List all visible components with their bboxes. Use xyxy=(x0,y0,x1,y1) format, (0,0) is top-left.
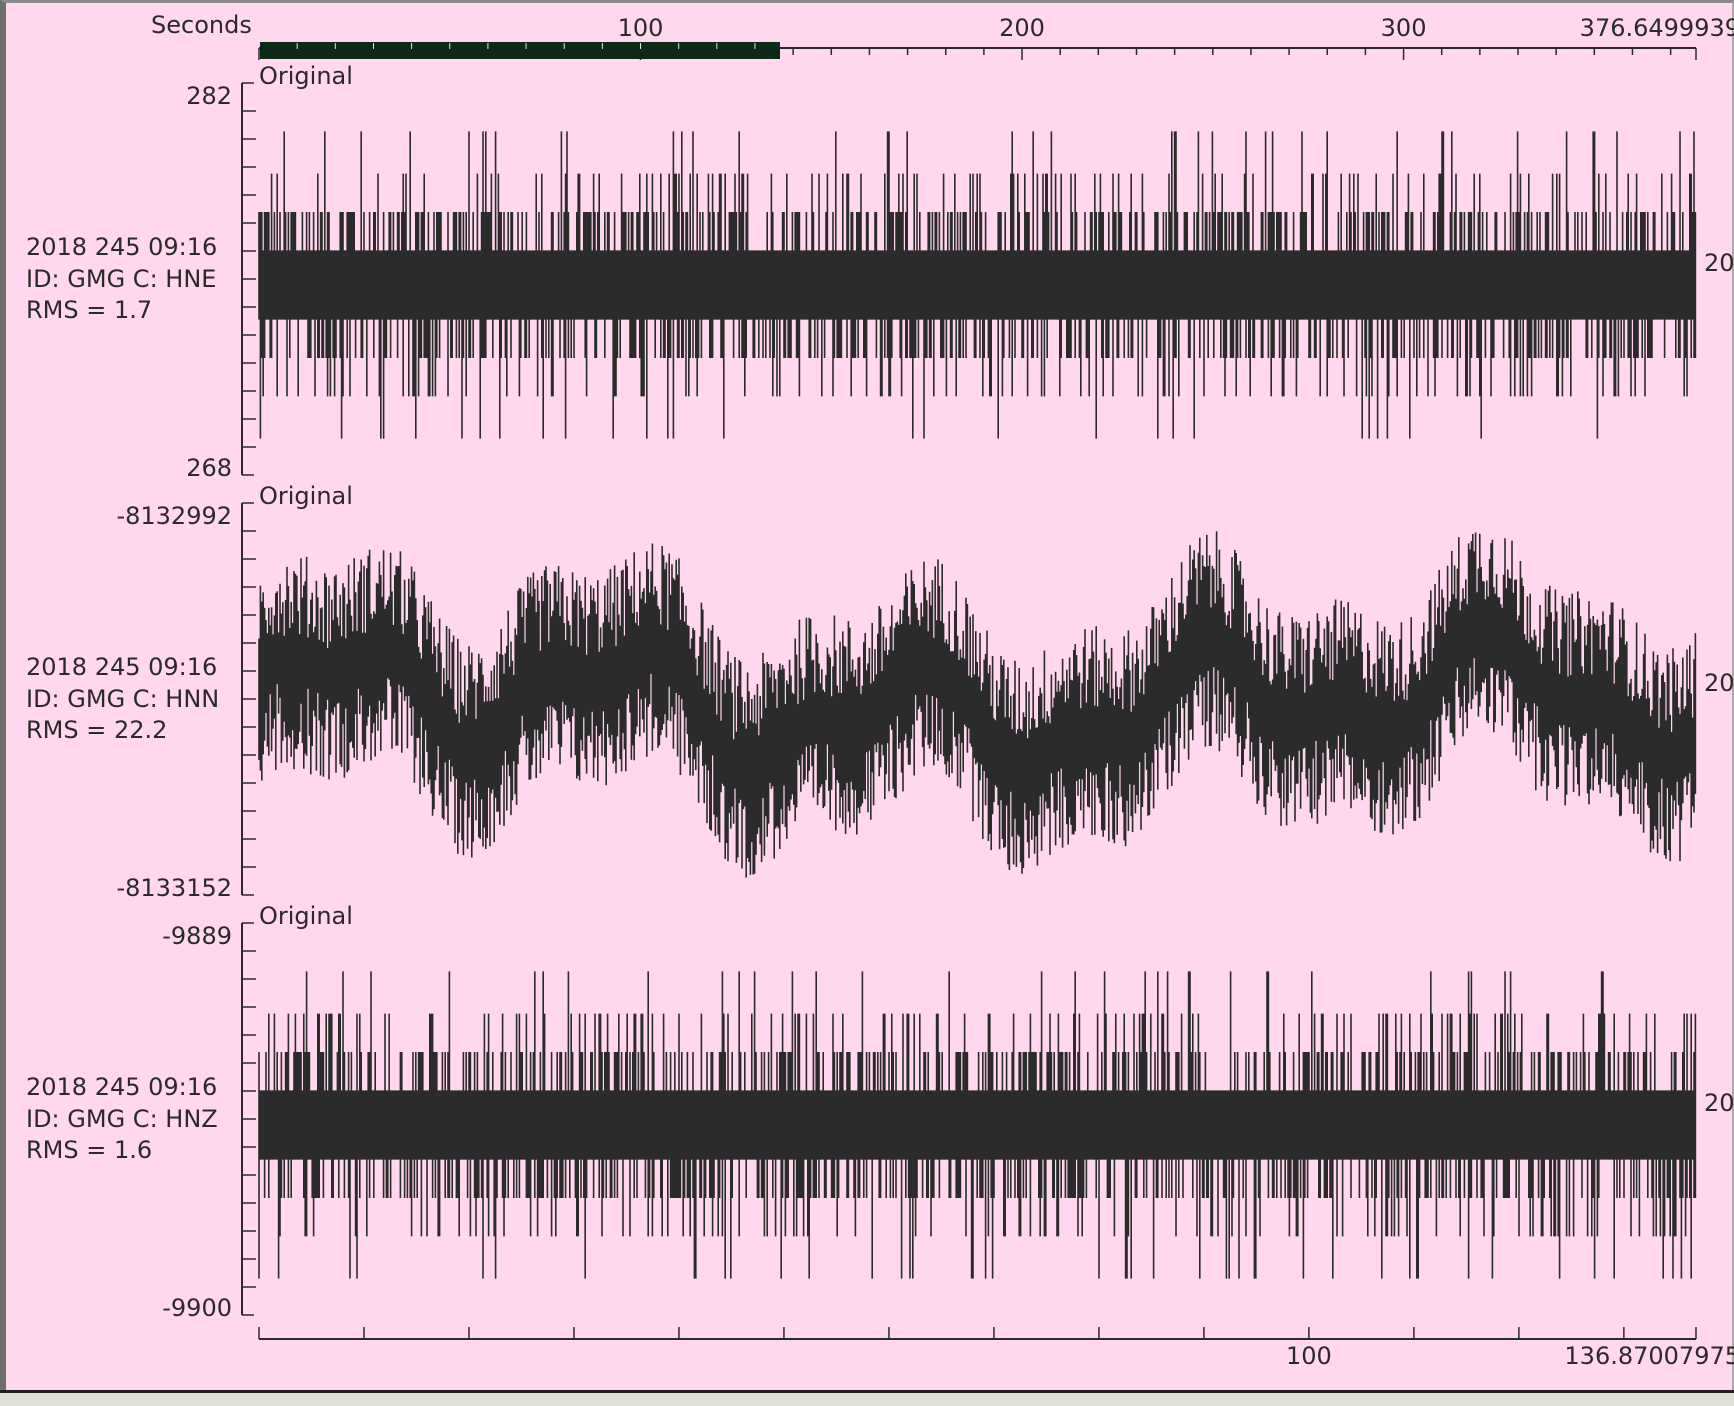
waveform-hnz xyxy=(258,971,1697,1279)
trace-rms: RMS = 1.6 xyxy=(26,1136,152,1164)
bottom-axis-end-label: 136.87007975 xyxy=(1564,1342,1734,1370)
y-axis xyxy=(241,502,256,896)
top-axis-tick-label: 300 xyxy=(1381,14,1427,42)
trace-right-label: 20 xyxy=(1704,1089,1734,1117)
y-axis-max-label: 282 xyxy=(186,82,232,110)
waveform-path xyxy=(258,131,1697,439)
waveform-path xyxy=(258,971,1697,1279)
plot-frame: Seconds 100 200 300 376.6499939 Original… xyxy=(0,0,1734,1390)
top-axis-label: Seconds xyxy=(151,11,252,39)
trace-channel-id: ID: GMG C: HNZ xyxy=(26,1105,218,1133)
trace-panel-hnz[interactable]: Original -9889 -9900 2018 245 09:16 ID: … xyxy=(26,902,1734,1322)
waveform-hnn xyxy=(258,531,1697,878)
seismogram-plot[interactable]: Seconds 100 200 300 376.6499939 Original… xyxy=(6,3,1734,1393)
trace-date: 2018 245 09:16 xyxy=(26,653,217,681)
y-axis xyxy=(241,922,256,1316)
y-axis-max-label: -8132992 xyxy=(116,502,232,530)
y-axis-max-label: -9889 xyxy=(162,922,232,950)
bottom-axis-tick-label: 100 xyxy=(1286,1342,1332,1370)
trace-date: 2018 245 09:16 xyxy=(26,233,217,261)
trace-rms: RMS = 22.2 xyxy=(26,716,167,744)
bottom-axis-ticks xyxy=(258,1327,1697,1339)
top-axis-tick-label: 200 xyxy=(999,14,1045,42)
y-axis-min-label: -8133152 xyxy=(116,874,232,902)
trace-rms: RMS = 1.7 xyxy=(26,296,152,324)
seismogram-viewer: Seconds 100 200 300 376.6499939 Original… xyxy=(0,0,1734,1406)
trace-panel-hnn[interactable]: Original -8132992 -8133152 2018 245 09:1… xyxy=(26,482,1734,902)
trace-tag: Original xyxy=(259,62,353,90)
trace-panel-hne[interactable]: Original 282 268 2018 245 09:16 ID: GMG … xyxy=(26,62,1734,482)
y-axis-min-label: 268 xyxy=(186,454,232,482)
trace-right-label: 20 xyxy=(1704,669,1734,697)
y-axis-min-label: -9900 xyxy=(162,1294,232,1322)
waveform-hne xyxy=(258,131,1697,439)
top-axis-end-label: 376.6499939 xyxy=(1580,14,1734,42)
trace-tag: Original xyxy=(259,902,353,930)
trace-right-label: 20 xyxy=(1704,249,1734,277)
status-bar xyxy=(0,1390,1734,1406)
trace-channel-id: ID: GMG C: HNN xyxy=(26,685,219,713)
time-selection-bar[interactable] xyxy=(260,42,780,59)
trace-tag: Original xyxy=(259,482,353,510)
trace-date: 2018 245 09:16 xyxy=(26,1073,217,1101)
trace-channel-id: ID: GMG C: HNE xyxy=(26,265,216,293)
top-axis-tick-label: 100 xyxy=(618,14,664,42)
waveform-path xyxy=(258,531,1697,878)
y-axis xyxy=(241,82,256,476)
